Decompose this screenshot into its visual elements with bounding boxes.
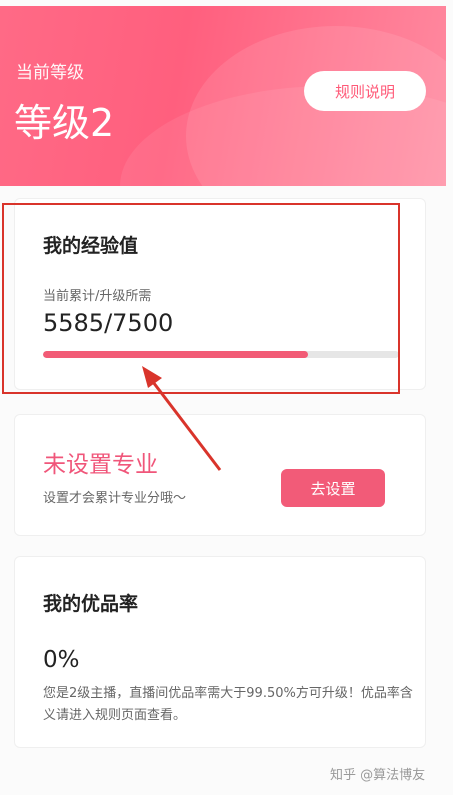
experience-progress-fill — [43, 351, 309, 358]
experience-progress-bar — [43, 351, 399, 358]
experience-title: 我的经验值 — [43, 235, 139, 257]
watermark: 知乎 @算法博友 — [330, 768, 426, 783]
quality-note: 您是2级主播，直播间优品率需大于99.50%方可升级！优品率含义请进入规则页面查… — [43, 686, 413, 723]
experience-value: 5585/7500 — [43, 309, 174, 337]
rules-button[interactable]: 规则说明 — [304, 71, 426, 111]
experience-label: 当前累计/升级所需 — [43, 289, 152, 304]
quality-title: 我的优品率 — [43, 593, 139, 615]
major-description: 设置才会累计专业分哦～ — [43, 491, 187, 506]
quality-value: 0% — [43, 647, 80, 673]
experience-card: 我的经验值 当前累计/升级所需 5585/7500 — [14, 198, 426, 390]
current-level-label: 当前等级 — [16, 63, 84, 83]
current-level-value: 等级2 — [14, 101, 115, 145]
quality-card: 我的优品率 0% 您是2级主播，直播间优品率需大于99.50%方可升级！优品率含… — [14, 556, 426, 748]
major-card: 未设置专业 设置才会累计专业分哦～ 去设置 — [14, 414, 426, 536]
major-status-title: 未设置专业 — [43, 452, 158, 478]
set-major-button[interactable]: 去设置 — [281, 469, 385, 507]
level-header: 当前等级 等级2 规则说明 — [0, 6, 446, 186]
